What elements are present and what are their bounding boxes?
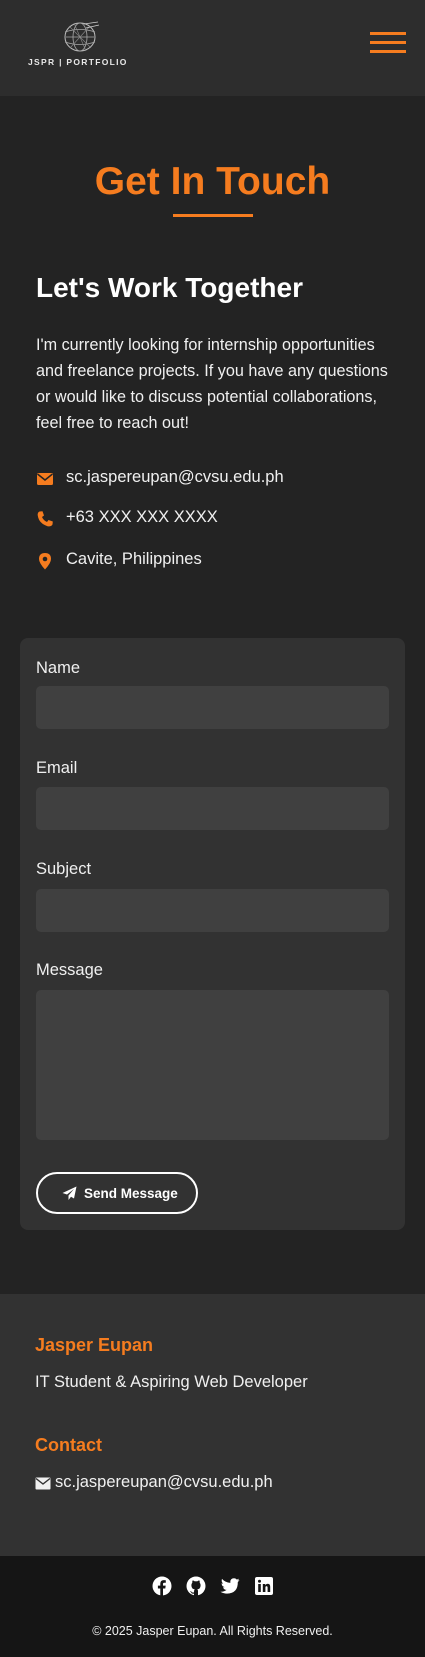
site-footer: Jasper Eupan IT Student & Aspiring Web D… [0,1294,425,1556]
site-logo[interactable]: JSPR | PORTFOLIO [28,20,138,70]
hamburger-menu-icon[interactable] [370,32,406,54]
footer-email: sc.jaspereupan@cvsu.edu.ph [55,1473,273,1491]
name-input[interactable] [36,686,389,729]
site-header: JSPR | PORTFOLIO [0,0,425,96]
subject-label: Subject [36,860,92,878]
contact-phone: +63 XXX XXX XXXX [66,508,218,526]
contact-location: Cavite, Philippines [66,550,202,568]
send-message-label: Send Message [84,1186,178,1201]
email-label: Email [36,759,78,777]
twitter-icon[interactable] [220,1576,240,1596]
email-input[interactable] [36,787,389,830]
message-textarea[interactable] [36,990,389,1140]
logo-text: JSPR | PORTFOLIO [28,57,128,67]
envelope-icon [37,473,53,485]
section-subheading: Let's Work Together [36,272,303,303]
subject-input[interactable] [36,889,389,932]
github-icon[interactable] [186,1576,206,1596]
send-message-button[interactable]: Send Message [36,1172,198,1214]
footer-bottom-bar: © 2025 Jasper Eupan. All Rights Reserved… [0,1556,425,1657]
name-label: Name [36,659,81,677]
globe-sketch-icon [64,21,100,52]
footer-tagline: IT Student & Aspiring Web Developer [35,1373,308,1391]
map-pin-icon [39,553,51,570]
contact-email: sc.jaspereupan@cvsu.edu.ph [66,468,284,486]
section-title: Get In Touch [94,160,331,203]
intro-paragraph: I'm currently looking for internship opp… [36,336,388,432]
copyright-text: © 2025 Jasper Eupan. All Rights Reserved… [92,1624,333,1638]
paper-plane-icon [62,1186,77,1200]
phone-icon [37,511,53,527]
linkedin-icon[interactable] [254,1576,274,1596]
contact-form: Name Email Subject Message Send Message [20,638,405,1230]
envelope-icon [35,1477,51,1490]
message-label: Message [36,961,103,979]
footer-contact-heading: Contact [35,1435,102,1455]
footer-name: Jasper Eupan [35,1335,154,1355]
title-underline [173,214,253,217]
facebook-icon[interactable] [152,1576,172,1596]
